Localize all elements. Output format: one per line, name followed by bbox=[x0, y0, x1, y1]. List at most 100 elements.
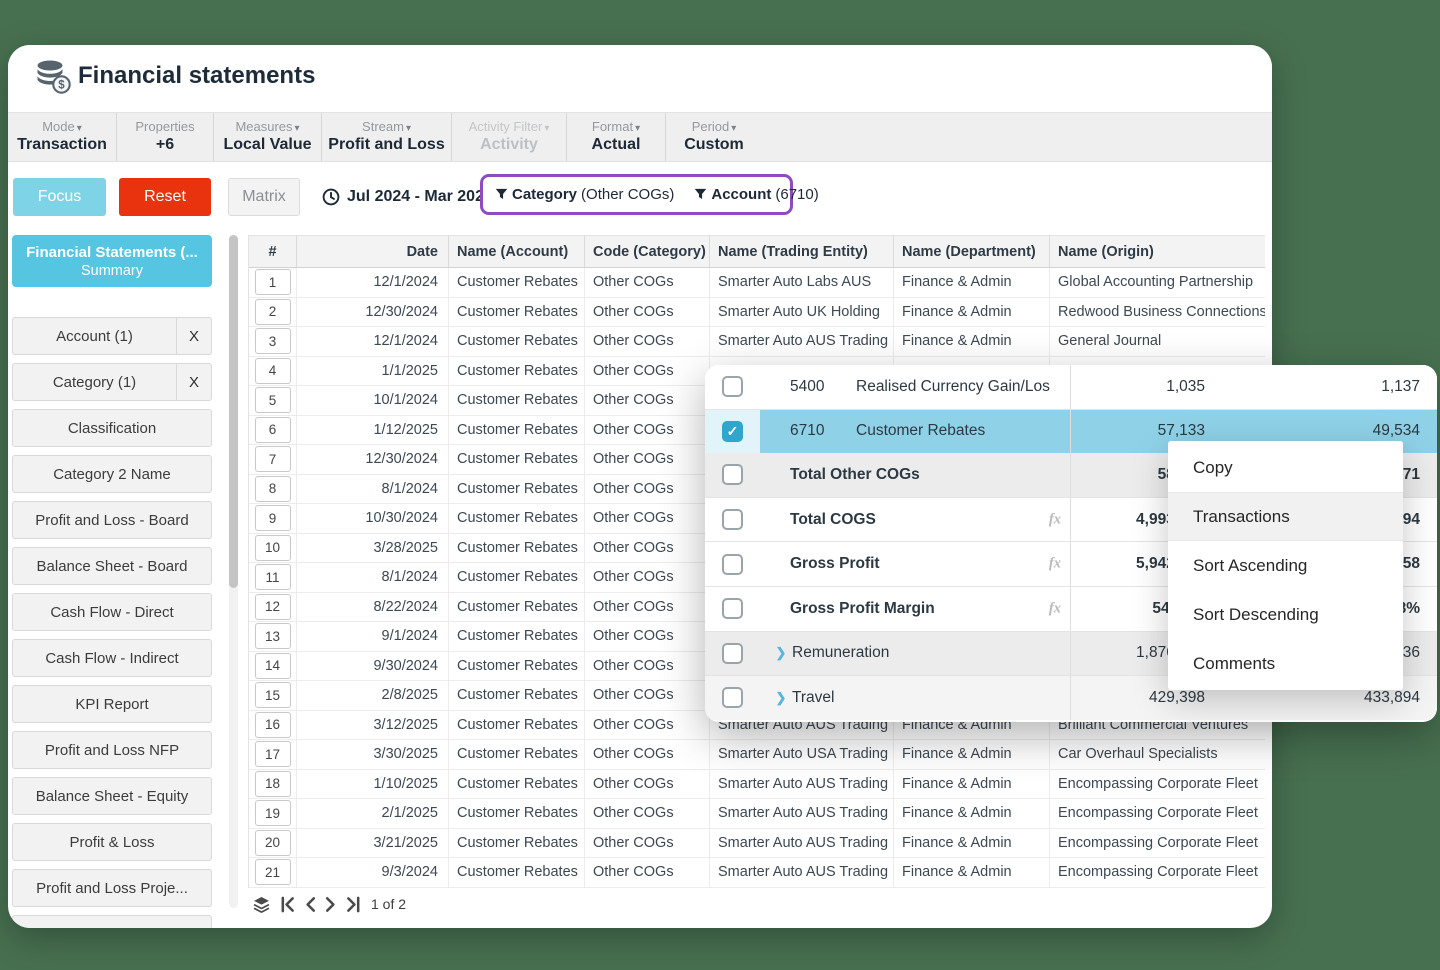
account-cell: Customer Rebates bbox=[449, 710, 585, 740]
page-indicator: 1 of 2 bbox=[371, 896, 407, 912]
menu-item-copy[interactable]: Copy bbox=[1168, 443, 1403, 492]
sidebar-item-profit-loss[interactable]: Profit & Loss bbox=[12, 823, 212, 861]
sidebar-item-kpi-report[interactable]: KPI Report bbox=[12, 685, 212, 723]
previous-page-icon[interactable] bbox=[304, 896, 316, 913]
filter-highlight-box: Category (Other COGs) Account (6710) bbox=[480, 174, 819, 215]
unchecked-checkbox[interactable] bbox=[722, 376, 743, 398]
selected-report-title: Financial Statements (... bbox=[26, 243, 198, 261]
filter-chip-category[interactable]: Category (Other COGs) bbox=[495, 186, 674, 203]
unchecked-checkbox[interactable] bbox=[722, 642, 743, 664]
layers-icon[interactable] bbox=[252, 895, 271, 914]
origin-cell: Global Accounting Partnership bbox=[1050, 268, 1265, 298]
entity-cell: Smarter Auto Labs AUS bbox=[710, 268, 894, 298]
date-cell: 9/30/2024 bbox=[297, 651, 449, 681]
entity-cell: Smarter Auto AUS Trading bbox=[710, 769, 894, 799]
column-header-date[interactable]: Date bbox=[297, 235, 449, 268]
reset-button[interactable]: Reset bbox=[119, 178, 211, 216]
table-row[interactable]: 18 1/10/2025 Customer Rebates Other COGs Sma… bbox=[249, 769, 1265, 799]
sidebar-item-financial-statements-summary[interactable]: Financial Statements (... Summary bbox=[12, 235, 212, 287]
row-number-cell: 21 bbox=[249, 858, 297, 888]
menu-item-sort-ascending[interactable]: Sort Ascending bbox=[1168, 541, 1403, 590]
column-header-row-number[interactable]: # bbox=[249, 235, 297, 268]
date-cell: 3/21/2025 bbox=[297, 828, 449, 858]
sidebar-item-balance-sheet-equity[interactable]: Balance Sheet - Equity bbox=[12, 777, 212, 815]
sidebar-item-cash-flow-direct[interactable]: Cash Flow - Direct bbox=[12, 593, 212, 631]
row-number: 5 bbox=[254, 387, 291, 414]
row-number: 14 bbox=[254, 652, 291, 679]
unchecked-checkbox[interactable] bbox=[722, 553, 743, 575]
focus-button[interactable]: Focus bbox=[13, 178, 106, 216]
remove-filter-button[interactable]: X bbox=[176, 318, 211, 354]
sidebar-item-profit-and-loss-nfp[interactable]: Profit and Loss NFP bbox=[12, 731, 212, 769]
table-row[interactable]: 3 12/1/2024 Customer Rebates Other COGs Smar… bbox=[249, 327, 1265, 357]
row-number-cell: 3 bbox=[249, 327, 297, 357]
category-cell: Other COGs bbox=[585, 474, 710, 504]
toolbar-group-value: Transaction bbox=[17, 135, 107, 153]
date-cell: 9/1/2024 bbox=[297, 622, 449, 652]
row-number: 6 bbox=[254, 416, 291, 443]
sidebar-item-profit-and-loss-board[interactable]: Profit and Loss - Board bbox=[12, 501, 212, 539]
menu-item-transactions[interactable]: Transactions bbox=[1168, 492, 1403, 541]
date-cell: 3/12/2025 bbox=[297, 710, 449, 740]
sidebar-item-category-1[interactable]: Category (1) X bbox=[12, 363, 212, 401]
table-row[interactable]: 2 12/30/2024 Customer Rebates Other COGs Sma… bbox=[249, 297, 1265, 327]
toolbar-group-mode[interactable]: Mode ▾ Transaction bbox=[8, 113, 117, 161]
checked-checkbox[interactable]: ✓ bbox=[722, 420, 743, 442]
column-header-name-account[interactable]: Name (Account) bbox=[449, 235, 585, 268]
sidebar-scrollbar[interactable] bbox=[229, 235, 238, 908]
toolbar-group-properties[interactable]: Properties +6 bbox=[117, 113, 214, 161]
sidebar-item-category-2-name[interactable]: Category 2 Name bbox=[12, 455, 212, 493]
row-number: 16 bbox=[254, 711, 291, 738]
sidebar-item-account-1[interactable]: Account (1) X bbox=[12, 317, 212, 355]
table-row[interactable]: 21 9/3/2024 Customer Rebates Other COGs Smar… bbox=[249, 858, 1265, 888]
toolbar-group-period[interactable]: Period ▾ Custom bbox=[666, 113, 762, 161]
toolbar-group-activity-filter[interactable]: Activity Filter ▾ Activity bbox=[452, 113, 567, 161]
sidebar-scrollbar-thumb[interactable] bbox=[229, 235, 238, 588]
chevron-down-icon: ▾ bbox=[294, 122, 300, 134]
account-label-cell: ❯ Travel bbox=[760, 676, 1070, 720]
column-header-code-category[interactable]: Code (Category) bbox=[585, 235, 710, 268]
date-range[interactable]: Jul 2024 - Mar 2025 bbox=[322, 178, 493, 216]
entity-cell: Smarter Auto UK Holding bbox=[710, 297, 894, 327]
unchecked-checkbox[interactable] bbox=[722, 598, 743, 620]
chevron-down-icon: ▾ bbox=[731, 122, 737, 134]
selected-report-subtitle: Summary bbox=[80, 262, 144, 279]
sidebar-item-cash-flow-indirect[interactable]: Cash Flow - Indirect bbox=[12, 639, 212, 677]
filter-chip-account[interactable]: Account (6710) bbox=[694, 186, 819, 203]
matrix-button[interactable]: Matrix bbox=[228, 178, 300, 216]
account-cell: Customer Rebates bbox=[449, 474, 585, 504]
table-row[interactable]: 1 12/1/2024 Customer Rebates Other COGs Smar… bbox=[249, 268, 1265, 298]
toolbar-group-stream[interactable]: Stream ▾ Profit and Loss bbox=[322, 113, 452, 161]
toolbar-group-format[interactable]: Format ▾ Actual bbox=[567, 113, 666, 161]
toolbar-group-measures[interactable]: Measures ▾ Local Value bbox=[214, 113, 322, 161]
sidebar-item-partial[interactable] bbox=[12, 915, 212, 928]
first-page-icon[interactable] bbox=[280, 896, 295, 913]
expand-chevron-icon[interactable]: ❯ bbox=[770, 645, 792, 661]
table-row[interactable]: 19 2/1/2025 Customer Rebates Other COGs Smar… bbox=[249, 799, 1265, 829]
context-menu: Copy Transactions Sort Ascending Sort Desce… bbox=[1168, 441, 1403, 690]
expand-chevron-icon[interactable]: ❯ bbox=[770, 690, 792, 706]
unchecked-checkbox[interactable] bbox=[722, 687, 743, 709]
column-header-name-trading-entity[interactable]: Name (Trading Entity) bbox=[710, 235, 894, 268]
value-column-1: 1,035 bbox=[1070, 365, 1213, 409]
unchecked-checkbox[interactable] bbox=[722, 464, 743, 486]
next-page-icon[interactable] bbox=[325, 896, 337, 913]
column-header-name-origin[interactable]: Name (Origin) bbox=[1050, 235, 1265, 268]
toolbar-group-value: Custom bbox=[684, 135, 744, 153]
account-cell: Customer Rebates bbox=[449, 828, 585, 858]
remove-filter-button[interactable]: X bbox=[176, 364, 211, 400]
row-number-cell: 18 bbox=[249, 769, 297, 799]
menu-item-sort-descending[interactable]: Sort Descending bbox=[1168, 590, 1403, 639]
menu-item-comments[interactable]: Comments bbox=[1168, 639, 1403, 688]
account-row-realised-currency-gain-los[interactable]: 5400 Realised Currency Gain/Los 1,035 1,137 bbox=[705, 365, 1437, 410]
table-row[interactable]: 17 3/30/2025 Customer Rebates Other COGs Sma… bbox=[249, 740, 1265, 770]
sidebar-item-classification[interactable]: Classification bbox=[12, 409, 212, 447]
account-cell: Customer Rebates bbox=[449, 651, 585, 681]
table-row[interactable]: 20 3/21/2025 Customer Rebates Other COGs Sma… bbox=[249, 828, 1265, 858]
sidebar-item-profit-and-loss-proje[interactable]: Profit and Loss Proje... bbox=[12, 869, 212, 907]
column-header-name-department[interactable]: Name (Department) bbox=[894, 235, 1050, 268]
sidebar-item-balance-sheet-board[interactable]: Balance Sheet - Board bbox=[12, 547, 212, 585]
category-cell: Other COGs bbox=[585, 297, 710, 327]
unchecked-checkbox[interactable] bbox=[722, 509, 743, 531]
last-page-icon[interactable] bbox=[346, 896, 361, 913]
